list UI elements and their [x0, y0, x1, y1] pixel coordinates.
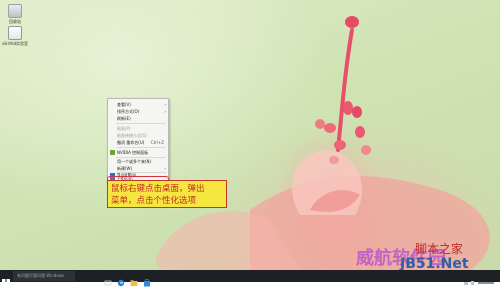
- desktop-icon-recycle-bin[interactable]: 回收站: [0, 4, 30, 24]
- menu-item-label: 用一个或多个来(N): [117, 159, 152, 164]
- menu-item-sort-by[interactable]: 排序方式(O) ›: [108, 108, 168, 115]
- task-view-icon[interactable]: [104, 272, 112, 286]
- desktop-icon-label: vikrthd实验室: [1, 41, 29, 46]
- menu-item-label: NVIDIA 控制面板: [117, 150, 149, 155]
- menu-item-view[interactable]: 查看(V) ›: [108, 101, 168, 108]
- menu-separator: [116, 147, 166, 148]
- menu-item-label: 粘贴(P): [117, 126, 131, 131]
- nvidia-icon: [110, 150, 115, 155]
- desktop-context-menu: 查看(V) › 排序方式(O) › 刷新(E) 粘贴(P) 粘贴快捷方式(S) …: [107, 98, 169, 182]
- taskbar: 有问题尽管问我 Windows: [0, 270, 500, 287]
- menu-item-label: 新建(W): [117, 166, 133, 171]
- menu-item-label: 排序方式(O): [117, 109, 140, 114]
- menu-item-paste: 粘贴(P): [108, 125, 168, 132]
- desktop-background[interactable]: 回收站 vikrthd实验室 查看(V) › 排序方式(O) › 刷新(E) 粘…: [0, 0, 500, 270]
- display-icon: [110, 173, 115, 176]
- watermark-domain: JB51.Net: [400, 256, 469, 270]
- tutorial-callout: 鼠标右键点击桌面，弹出 菜单，点击个性化选项: [107, 180, 227, 208]
- menu-item-open-with[interactable]: 用一个或多个来(N): [108, 158, 168, 165]
- menu-separator: [116, 123, 166, 124]
- submenu-arrow-icon: ›: [164, 109, 166, 114]
- store-icon[interactable]: [143, 272, 151, 287]
- edge-browser-icon[interactable]: [117, 272, 125, 287]
- desktop-icon-folder[interactable]: vikrthd实验室: [0, 26, 30, 46]
- desktop-icon-label: 回收站: [9, 19, 21, 24]
- menu-item-label: 粘贴快捷方式(S): [117, 133, 147, 138]
- recycle-bin-icon: [8, 4, 22, 18]
- system-tray[interactable]: [462, 272, 498, 285]
- menu-item-shortcut: Ctrl+Z: [150, 140, 164, 145]
- search-placeholder: 有问题尽管问我 Windows: [17, 273, 65, 278]
- document-icon: [8, 26, 22, 40]
- menu-item-label: 查看(V): [117, 102, 131, 107]
- file-explorer-icon[interactable]: [130, 272, 138, 286]
- callout-line-2: 菜单，点击个性化选项: [111, 196, 197, 206]
- windows-logo-icon: [2, 279, 10, 287]
- menu-item-nvidia-control-panel[interactable]: NVIDIA 控制面板: [108, 149, 168, 156]
- menu-item-undo-rename[interactable]: 撤消 重命名(U) Ctrl+Z: [108, 139, 168, 146]
- menu-item-label: 撤消 重命名(U): [117, 140, 145, 145]
- menu-item-label: 刷新(E): [117, 116, 131, 121]
- watermark-site: 脚本之家: [415, 242, 464, 256]
- callout-line-1: 鼠标右键点击桌面，弹出: [111, 184, 205, 194]
- menu-item-refresh[interactable]: 刷新(E): [108, 115, 168, 122]
- menu-item-new[interactable]: 新建(W) ›: [108, 165, 168, 172]
- taskbar-search-box[interactable]: 有问题尽管问我 Windows: [13, 271, 75, 281]
- submenu-arrow-icon: ›: [164, 102, 166, 107]
- submenu-arrow-icon: ›: [164, 166, 166, 171]
- menu-item-paste-shortcut: 粘贴快捷方式(S): [108, 132, 168, 139]
- start-button[interactable]: [2, 272, 10, 287]
